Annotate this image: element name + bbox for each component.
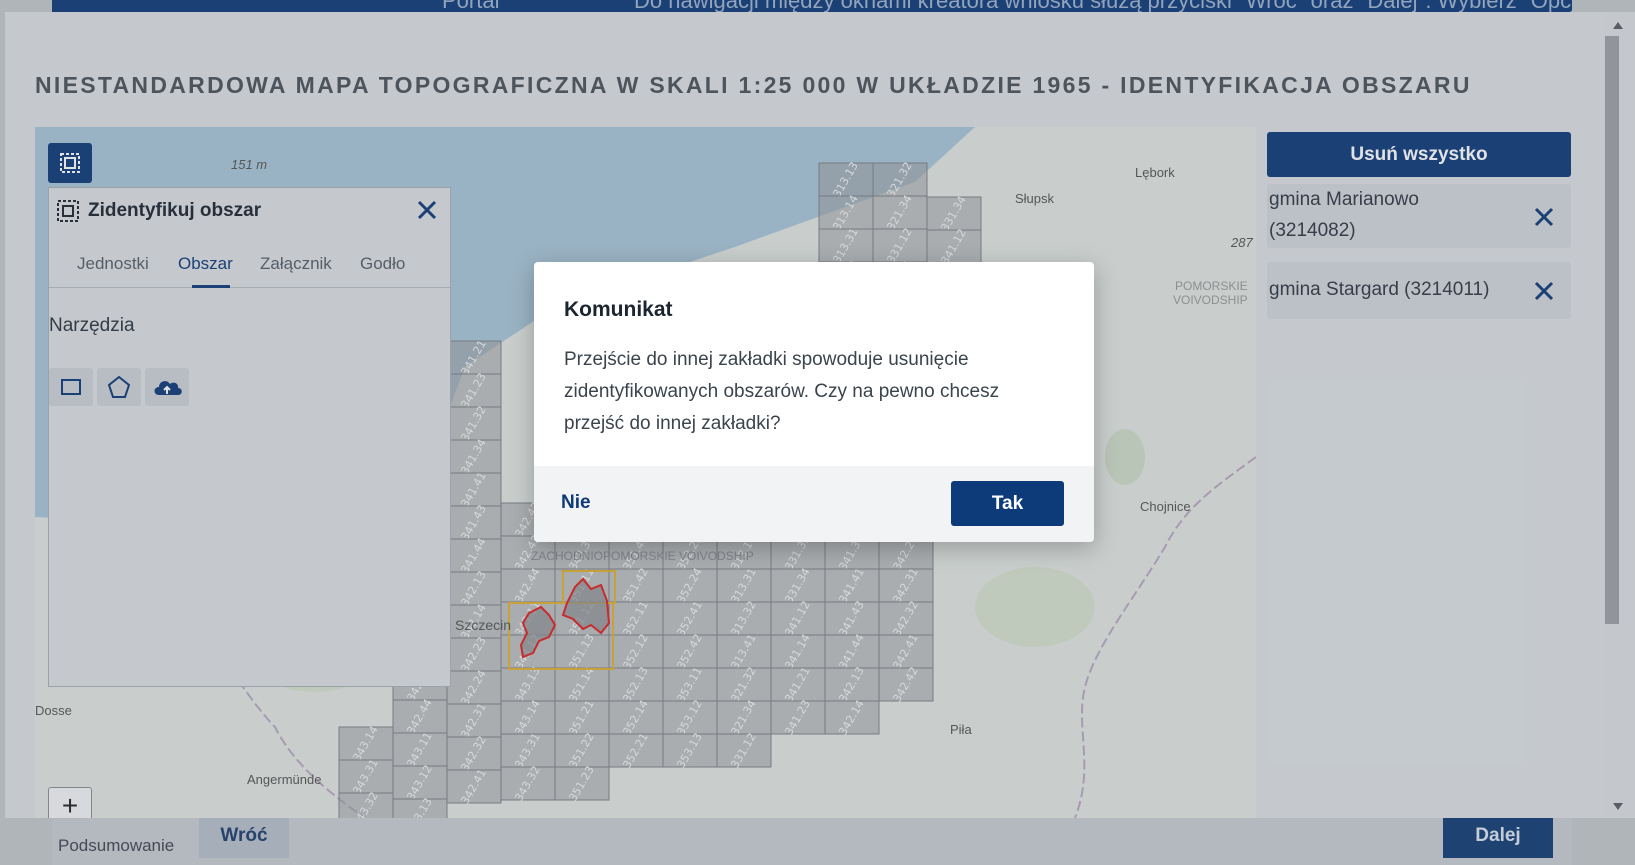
map-label: 151 m	[231, 157, 268, 172]
no-button[interactable]: Nie	[561, 492, 591, 514]
draw-polygon-button[interactable]	[97, 368, 141, 406]
map-label: Lębork	[1135, 165, 1175, 180]
hint-text: Do nawigacji między oknami kreatora wnio…	[634, 0, 1572, 13]
map-label: Chojnice	[1140, 499, 1191, 514]
scrollbar[interactable]	[1603, 12, 1635, 818]
close-icon[interactable]	[1532, 205, 1556, 229]
panel-title: Zidentyfikuj obszar	[88, 200, 262, 221]
map-label: Szczecin	[455, 617, 512, 633]
rectangle-icon	[61, 379, 81, 395]
forest-patch	[975, 567, 1095, 647]
selected-area-item: gmina Marianowo (3214082)	[1267, 184, 1571, 248]
active-tab-indicator	[192, 285, 230, 288]
scroll-down-icon[interactable]	[1613, 803, 1623, 810]
map-label: ZACHODNIOPOMORSKIE VOIVODSHIP	[531, 549, 754, 563]
select-area-icon	[60, 153, 80, 173]
map-label: Piła	[950, 722, 972, 737]
map-label: POMORSKIE	[1175, 279, 1248, 293]
map-label: Angermünde	[247, 772, 322, 787]
item-name: gmina Stargard (3214011)	[1269, 279, 1490, 300]
forest-patch	[1105, 429, 1145, 485]
tab-obszar[interactable]: Obszar	[178, 254, 233, 274]
tools-label: Narzędzia	[49, 315, 135, 336]
tab-zalacznik[interactable]: Załącznik	[260, 254, 332, 274]
tab-jednostki[interactable]: Jednostki	[77, 254, 149, 274]
dialog-line: Przejście do innej zakładki spowoduje us…	[564, 349, 969, 370]
cloud-upload-icon	[154, 381, 182, 395]
map-label: 287	[1231, 235, 1253, 250]
draw-rectangle-button[interactable]	[49, 368, 93, 406]
scroll-thumb[interactable]	[1605, 36, 1619, 624]
panel-tabs: Jednostki Obszar Załącznik Godło	[49, 248, 450, 288]
dialog-line: zidentyfikowanych obszarów. Czy na pewno…	[564, 381, 1000, 402]
map-label: VOIVODSHIP	[1173, 293, 1248, 307]
item-code: (3214082)	[1269, 220, 1356, 241]
select-area-button[interactable]	[48, 143, 92, 183]
dialog-message: Przejście do innej zakładki spowoduje us…	[564, 344, 1069, 440]
zoom-in-button[interactable]: +	[48, 787, 92, 818]
close-icon[interactable]	[1532, 279, 1556, 303]
yes-button[interactable]: Tak	[951, 481, 1064, 526]
map-label: Słupsk	[1015, 191, 1055, 206]
upload-file-button[interactable]	[145, 368, 189, 406]
dialog-footer: Nie Tak	[534, 466, 1094, 542]
pentagon-icon	[107, 375, 131, 398]
back-button[interactable]: Wróć	[199, 818, 289, 858]
dialog-title: Komunikat	[564, 298, 673, 321]
scroll-up-icon[interactable]	[1613, 22, 1623, 29]
next-button[interactable]: Dalej	[1443, 818, 1553, 858]
select-area-icon	[57, 200, 79, 222]
item-name: gmina Marianowo	[1269, 189, 1419, 210]
identify-area-panel: Zidentyfikuj obszar Jednostki Obszar Zał…	[48, 187, 451, 687]
window-title: NIESTANDARDOWA MAPA TOPOGRAFICZNA W SKAL…	[35, 72, 1472, 98]
dialog-line: przejść do innej zakładki?	[564, 413, 781, 434]
panel-header: Zidentyfikuj obszar	[49, 188, 450, 234]
selected-area-item: gmina Stargard (3214011)	[1267, 262, 1571, 319]
map-label: Dosse	[35, 703, 72, 718]
delete-all-button[interactable]: Usuń wszystko	[1267, 132, 1571, 177]
confirm-dialog: Komunikat Przejście do innej zakładki sp…	[534, 262, 1094, 542]
tab-godlo[interactable]: Godło	[360, 254, 405, 274]
close-icon[interactable]	[415, 198, 439, 222]
step-label: Podsumowanie	[58, 836, 175, 855]
portal-label: Portal	[442, 0, 500, 13]
